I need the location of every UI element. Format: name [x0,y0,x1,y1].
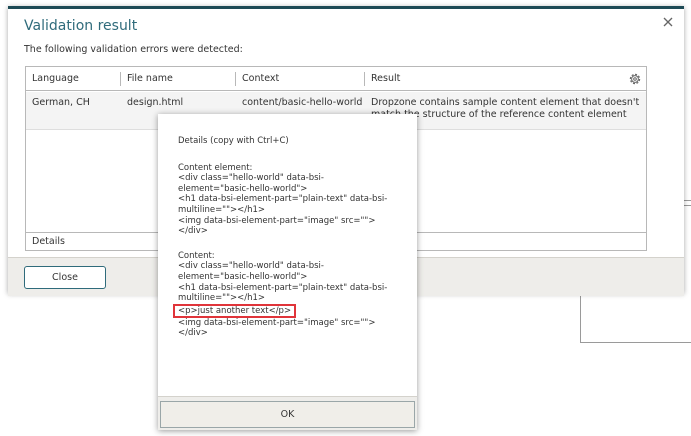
column-header-file-name[interactable]: File name [121,67,231,91]
dialog-title: Validation result [24,18,138,34]
code-line: <img data-bsi-element-part="image" src="… [178,215,376,226]
details-text[interactable]: Details (copy with Ctrl+C) Content eleme… [173,136,410,339]
details-label: Details [32,236,65,247]
background-divider [684,205,691,206]
column-header-language[interactable]: Language [26,67,114,91]
code-line: </div> [178,226,208,237]
code-line: <img data-bsi-element-part="image" src="… [178,317,376,328]
code-line: multiline=""></h1> [178,293,266,304]
ok-button[interactable]: OK [160,401,415,428]
intro-text: The following validation errors were det… [24,44,243,55]
cell-result-line: Dropzone contains sample content element… [371,97,640,108]
code-line: <h1 data-bsi-element-part="plain-text" d… [178,282,388,293]
code-line: element="basic-hello-world"> [178,271,308,282]
cell-context: content/basic-hello-world [242,97,363,108]
cell-file-name: design.html [127,97,184,108]
details-heading: Details (copy with Ctrl+C) [178,136,289,146]
code-line: </div> [178,328,208,339]
column-header-result[interactable]: Result [365,67,565,91]
code-line: multiline=""></h1> [178,204,266,215]
gear-icon[interactable] [628,72,642,86]
code-line: <div class="hello-world" data-bsi- [178,173,324,184]
column-header-context[interactable]: Context [236,67,361,91]
code-line: <div class="hello-world" data-bsi- [178,261,324,272]
details-popup: Details (copy with Ctrl+C) Content eleme… [158,114,417,430]
highlighted-code-line: <p>just another text</p> [173,303,297,318]
popup-footer: OK [158,396,417,430]
content-label: Content: [178,250,215,261]
code-line: <h1 data-bsi-element-part="plain-text" d… [178,194,388,205]
cell-language: German, CH [32,97,90,108]
close-icon[interactable] [661,15,675,29]
table-header: Language File name Context Result [26,67,646,91]
close-button[interactable]: Close [24,266,106,289]
code-line: element="basic-hello-world"> [178,183,308,194]
content-element-label: Content element: [178,162,253,173]
